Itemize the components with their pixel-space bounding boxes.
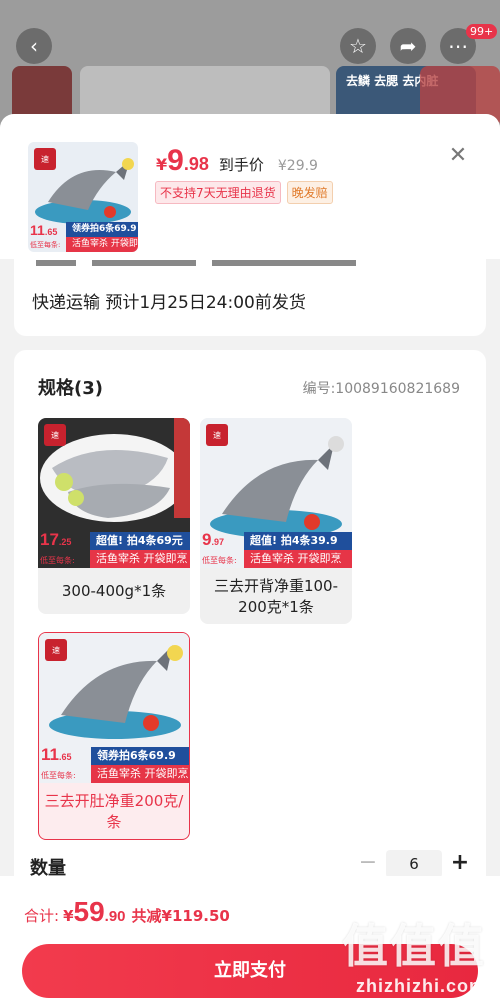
close-icon[interactable]: ✕ bbox=[446, 144, 470, 168]
total-decimal: .90 bbox=[104, 908, 126, 925]
share-icon[interactable]: ➦ bbox=[390, 28, 426, 64]
option-promo: 9.97 超值! 拍4条39.9 低至每条: 活鱼宰杀 开袋即烹 bbox=[200, 530, 352, 568]
tag-late-compensation[interactable]: 晚发赔 bbox=[286, 181, 333, 204]
price-decimal: .98 bbox=[183, 154, 209, 174]
sheet-header: 速 11.65 领券拍6条69.9 低至每条: 活鱼宰杀 开袋即烹 ¥ 9 .9… bbox=[0, 114, 500, 259]
scrolled-text-fragment bbox=[36, 260, 436, 266]
shipping-info: 快递运输 预计1月25日24:00前发货 bbox=[32, 293, 306, 313]
spec-option-open-back[interactable]: 速 9.97 超值! 拍4条39.9 低至每条: 活鱼宰杀 开袋即烹 三去开背净… bbox=[200, 418, 352, 624]
total-currency: ¥ bbox=[63, 907, 74, 925]
price-currency: ¥ bbox=[156, 155, 168, 174]
option-promo: 11.65 领券拍6条69.9 低至每条: 活鱼宰杀 开袋即烹 bbox=[39, 745, 189, 783]
tag-no-return: 不支持7天无理由退货 bbox=[155, 181, 281, 204]
brand-logo: 速 bbox=[44, 424, 66, 446]
option-promo: 17.25 超值! 拍4条69元 低至每条: 活鱼宰杀 开袋即烹 bbox=[38, 530, 190, 568]
price-integer: 9 bbox=[167, 144, 184, 177]
total-label: 合计: bbox=[24, 907, 60, 925]
thumb-promo: 11.65 领券拍6条69.9 低至每条: 活鱼宰杀 开袋即烹 bbox=[28, 222, 138, 252]
quantity-input[interactable]: 6 bbox=[386, 850, 442, 878]
more-badge: 99+ bbox=[466, 24, 498, 39]
price-label: 到手价 bbox=[218, 156, 264, 174]
spec-code: 编号:10089160821689 bbox=[302, 381, 460, 397]
total-price: 合计: ¥ 59 .90 共减¥119.50 bbox=[24, 896, 230, 928]
spec-option-open-belly[interactable]: 速 11.65 领券拍6条69.9 低至每条: 活鱼宰杀 开袋即烹 三去开肚净重… bbox=[38, 632, 190, 840]
option-image: 速 11.65 领券拍6条69.9 低至每条: 活鱼宰杀 开袋即烹 bbox=[39, 633, 189, 783]
original-price: ¥29.9 bbox=[277, 158, 318, 174]
watermark-logo: 值值值 bbox=[342, 920, 486, 972]
total-integer: 59 bbox=[73, 896, 105, 927]
product-thumbnail: 速 11.65 领券拍6条69.9 低至每条: 活鱼宰杀 开袋即烹 bbox=[28, 142, 138, 252]
brand-logo: 速 bbox=[206, 424, 228, 446]
spec-card: 规格(3) 编号:10089160821689 速 17.25 超值! 拍4条6… bbox=[14, 350, 486, 910]
option-image: 速 17.25 超值! 拍4条69元 低至每条: 活鱼宰杀 开袋即烹 bbox=[38, 418, 190, 568]
option-label: 三去开背净重100-200克*1条 bbox=[213, 577, 339, 616]
brand-logo: 速 bbox=[34, 148, 56, 170]
spec-option-300-400g[interactable]: 速 17.25 超值! 拍4条69元 低至每条: 活鱼宰杀 开袋即烹 300-4… bbox=[38, 418, 190, 614]
watermark-site: zhizhizhi.com bbox=[356, 976, 486, 996]
quantity-plus-button[interactable]: + bbox=[448, 850, 472, 875]
sku-selector-sheet: 速 11.65 领券拍6条69.9 低至每条: 活鱼宰杀 开袋即烹 ¥ 9 .9… bbox=[0, 114, 500, 1001]
watermark: 值值值 zhizhizhi.com bbox=[342, 910, 486, 997]
price-row: ¥ 9 .98 到手价 ¥29.9 bbox=[156, 144, 318, 178]
quantity-minus-button[interactable]: − bbox=[356, 850, 380, 875]
option-label: 300-400g*1条 bbox=[61, 582, 167, 600]
total-saved: 共减¥119.50 bbox=[131, 907, 230, 925]
option-image: 速 9.97 超值! 拍4条39.9 低至每条: 活鱼宰杀 开袋即烹 bbox=[200, 418, 352, 568]
spec-title: 规格(3) bbox=[38, 378, 103, 399]
brand-logo: 速 bbox=[45, 639, 67, 661]
service-tags: 不支持7天无理由退货 晚发赔 bbox=[155, 181, 333, 204]
option-label: 三去开肚净重200克/条 bbox=[44, 792, 184, 831]
star-icon[interactable]: ☆ bbox=[340, 28, 376, 64]
back-icon[interactable]: ‹ bbox=[16, 28, 52, 64]
shipping-card: 快递运输 预计1月25日24:00前发货 bbox=[14, 254, 486, 336]
